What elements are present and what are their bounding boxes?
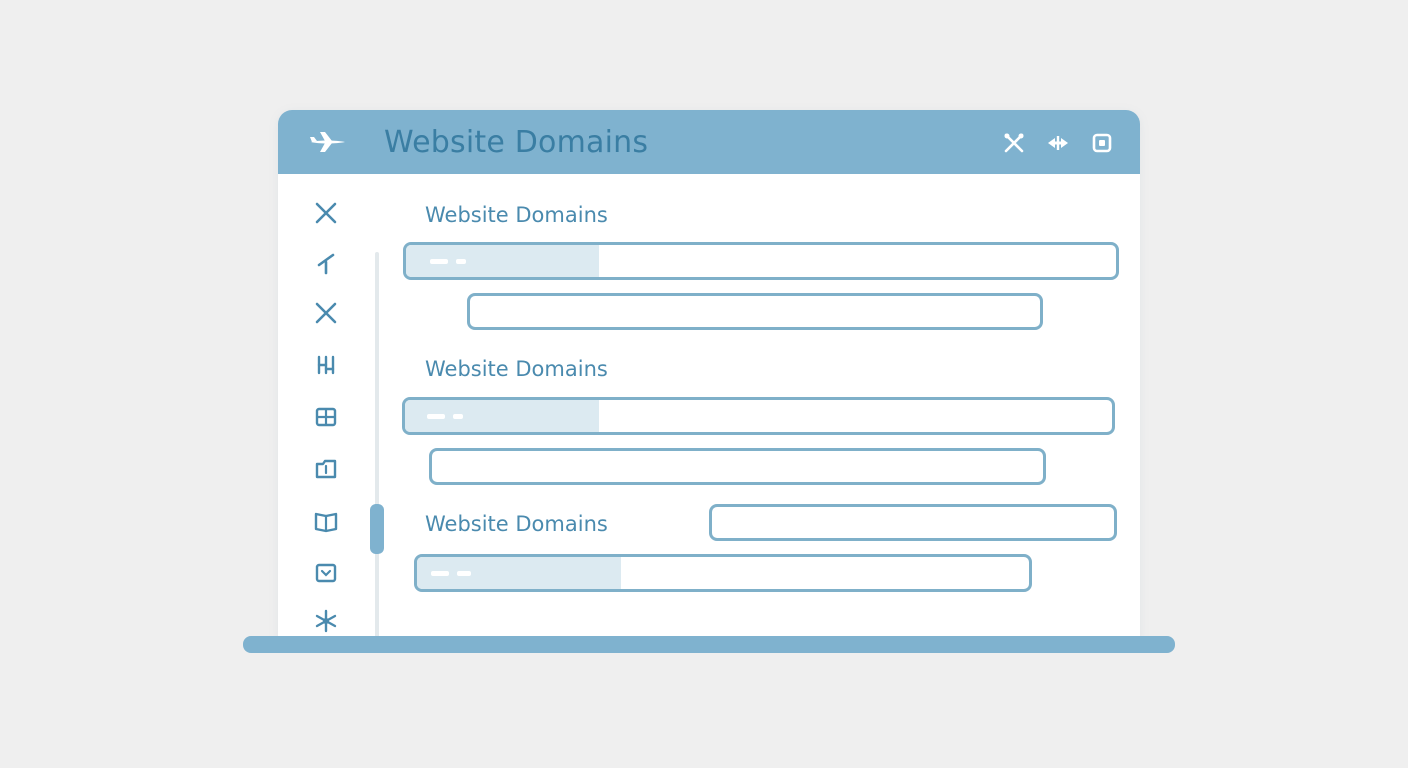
arrows-icon[interactable] (1046, 132, 1070, 154)
close-icon[interactable] (312, 199, 340, 227)
columns-icon[interactable] (312, 351, 340, 379)
airplane-icon (310, 132, 345, 152)
domain-input[interactable] (709, 504, 1117, 541)
placeholder-dash (453, 414, 463, 419)
domain-input[interactable] (414, 554, 1032, 592)
device-base (243, 636, 1175, 653)
domain-input[interactable] (402, 397, 1115, 435)
edit-icon[interactable] (312, 249, 340, 277)
grid-icon[interactable] (312, 403, 340, 431)
section-label: Website Domains (425, 203, 608, 227)
placeholder-dash (430, 259, 448, 264)
title-bar: Website Domains (278, 110, 1140, 174)
close-icon[interactable] (312, 299, 340, 327)
sidebar (278, 174, 384, 640)
tools-icon[interactable] (1002, 132, 1026, 154)
placeholder-dash (427, 414, 445, 419)
app-window: Website Domains Website Domains Website … (278, 110, 1140, 640)
folder-icon[interactable] (312, 455, 340, 483)
domain-input[interactable] (403, 242, 1119, 280)
square-icon[interactable] (1090, 132, 1114, 154)
window-title: Website Domains (384, 125, 649, 160)
placeholder-dash (431, 571, 449, 576)
asterisk-icon[interactable] (312, 607, 340, 635)
placeholder-dash (456, 259, 466, 264)
domain-input[interactable] (467, 293, 1043, 330)
scrollbar-thumb[interactable] (370, 504, 384, 554)
book-icon[interactable] (312, 507, 340, 535)
placeholder-dash (457, 571, 471, 576)
domain-input[interactable] (429, 448, 1046, 485)
screen: Website Domains Website Domains Website … (0, 0, 1408, 768)
box-icon[interactable] (312, 559, 340, 587)
section-label: Website Domains (425, 512, 608, 536)
scrollbar-track[interactable] (375, 252, 379, 640)
section-label: Website Domains (425, 357, 608, 381)
